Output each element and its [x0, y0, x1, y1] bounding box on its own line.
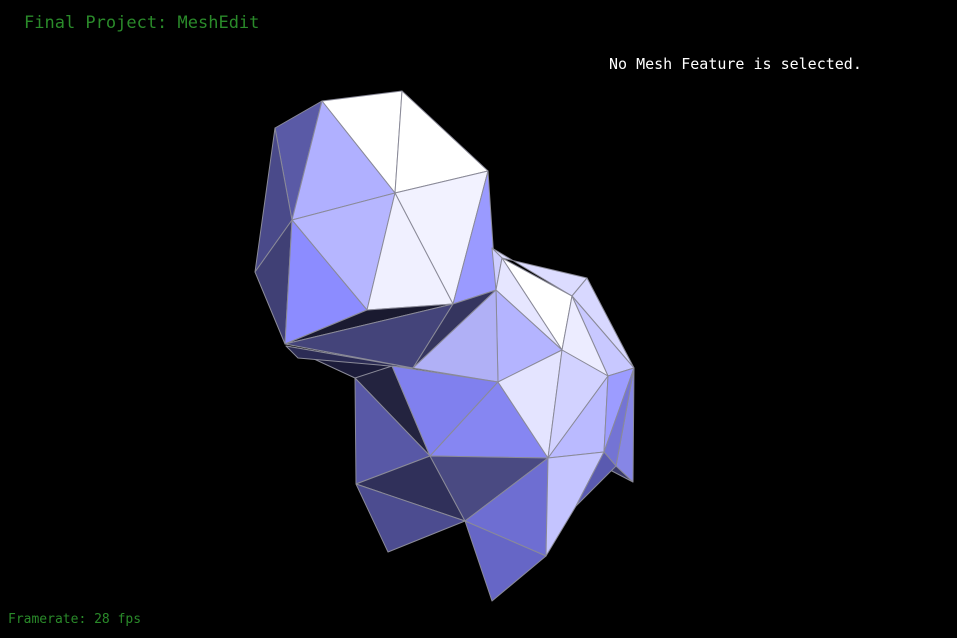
mesh-canvas[interactable]	[0, 0, 957, 638]
mesh-face[interactable]	[545, 451, 605, 557]
mesh-viewport[interactable]: Final Project: MeshEdit No Mesh Feature …	[0, 0, 957, 638]
framerate-readout: Framerate: 28 fps	[8, 612, 142, 627]
app-title: Final Project: MeshEdit	[24, 13, 260, 33]
selection-status: No Mesh Feature is selected.	[609, 55, 862, 73]
